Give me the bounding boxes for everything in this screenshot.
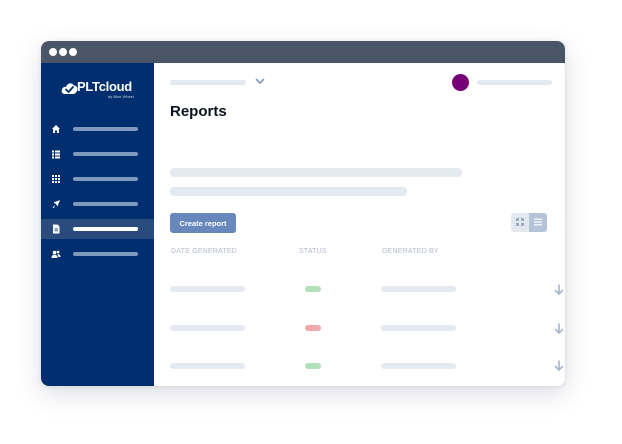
rocket-icon (52, 200, 60, 208)
grid-view-toggle[interactable] (511, 213, 529, 232)
apps-grid-icon (52, 175, 60, 183)
sidebar-item-label (73, 152, 138, 156)
status-badge (305, 325, 321, 331)
download-icon[interactable] (554, 360, 564, 372)
sidebar-item-users[interactable] (41, 244, 154, 264)
sidebar-item-label (73, 202, 138, 206)
status-badge (305, 286, 321, 292)
page-title: Reports (170, 103, 227, 120)
sidebar-item-label (73, 227, 138, 231)
sidebar-item-launch[interactable] (41, 194, 154, 214)
app-window: PLTcloud by Blue Wheel Reports Create re… (41, 41, 565, 386)
brand-name: PLTcloud (77, 79, 132, 94)
sidebar-item-reports[interactable] (41, 219, 154, 239)
column-header-status[interactable]: STATUS (299, 248, 327, 255)
avatar[interactable] (452, 74, 469, 91)
status-badge (305, 363, 321, 369)
cloud-check-icon (61, 83, 78, 94)
create-report-button[interactable]: Create report (170, 213, 236, 233)
sidebar-item-label (73, 127, 138, 131)
list-icon (52, 150, 60, 159)
column-header-generated-by[interactable]: GENERATED BY (382, 248, 439, 255)
main-content: Reports Create report DATE GENERATED STA… (154, 63, 565, 386)
download-icon[interactable] (554, 323, 564, 335)
report-document-icon (53, 224, 60, 234)
description-placeholder-line-1 (170, 168, 462, 177)
generated-by-placeholder (381, 286, 456, 292)
breadcrumb-placeholder[interactable] (170, 80, 246, 85)
sidebar-item-list[interactable] (41, 144, 154, 164)
generated-by-placeholder (381, 325, 456, 331)
window-dot-2[interactable] (59, 48, 67, 56)
sidebar-item-label (73, 177, 138, 181)
grid-view-icon (516, 218, 524, 226)
sidebar-item-home[interactable] (41, 119, 154, 139)
list-view-toggle[interactable] (529, 213, 547, 232)
generated-by-placeholder (381, 363, 456, 369)
sidebar-item-label (73, 252, 138, 256)
home-icon (52, 125, 60, 133)
date-placeholder (170, 325, 245, 331)
date-placeholder (170, 286, 245, 292)
date-placeholder (170, 363, 245, 369)
list-view-icon (534, 218, 542, 226)
window-dot-1[interactable] (49, 48, 57, 56)
sidebar: PLTcloud by Blue Wheel (41, 63, 154, 386)
window-dot-3[interactable] (69, 48, 77, 56)
column-header-date-generated[interactable]: DATE GENERATED (171, 248, 237, 255)
window-titlebar (41, 41, 565, 63)
user-name-placeholder (477, 80, 552, 85)
brand-tagline: by Blue Wheel (108, 94, 134, 99)
chevron-down-icon[interactable] (255, 78, 265, 85)
sidebar-item-apps[interactable] (41, 169, 154, 189)
brand-logo[interactable]: PLTcloud by Blue Wheel (61, 79, 141, 103)
users-icon (51, 250, 61, 258)
description-placeholder-line-2 (170, 187, 407, 196)
download-icon[interactable] (554, 284, 564, 296)
